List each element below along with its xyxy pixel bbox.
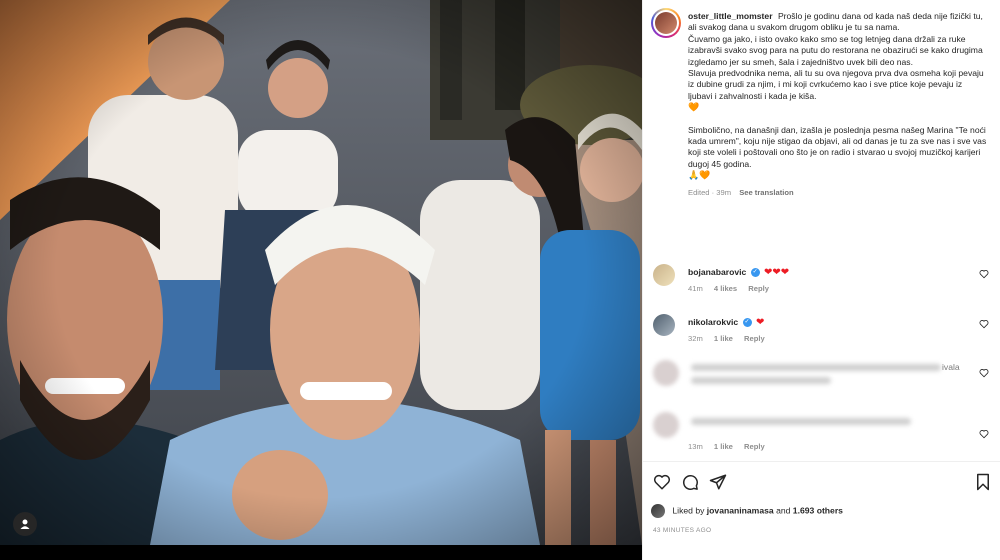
paper-plane-icon[interactable] bbox=[709, 473, 727, 491]
comment-body: bojanabarovic ✓ ❤❤❤ bbox=[688, 267, 789, 278]
comment-likes[interactable]: 4 likes bbox=[714, 284, 737, 293]
liked-by-user[interactable]: jovananinamasa bbox=[707, 505, 774, 515]
comment-meta: 41m 4 likes Reply bbox=[688, 284, 778, 293]
comment-time: 41m bbox=[688, 284, 703, 293]
caption-meta: Edited · 39m See translation bbox=[688, 187, 988, 198]
caption-heart-emoji: 🧡 bbox=[688, 102, 700, 113]
edited-label: Edited · 39m bbox=[688, 187, 732, 197]
liked-by-prefix: Liked by bbox=[672, 505, 705, 516]
caption-pray-heart-emoji: 🙏🧡 bbox=[688, 170, 711, 181]
post-actions-bar bbox=[651, 473, 991, 495]
panel-divider bbox=[643, 461, 1000, 462]
post-timestamp[interactable]: 43 MINUTES AGO bbox=[653, 527, 711, 534]
post-photo-image bbox=[0, 0, 642, 545]
commenter-username[interactable]: bojanabarovic bbox=[688, 267, 746, 277]
liked-by-others[interactable]: 1.693 others bbox=[793, 505, 843, 515]
comment-likes[interactable]: 1 like bbox=[714, 334, 733, 343]
blurred-text bbox=[691, 418, 911, 425]
see-translation-link[interactable]: See translation bbox=[739, 188, 793, 197]
comment-like-icon[interactable] bbox=[979, 269, 989, 279]
photo-bottom-bar bbox=[0, 545, 642, 560]
liked-by-line: Liked by jovananinamasa and 1.693 others bbox=[651, 504, 843, 518]
caption-paragraph-4: Simbolično, na današnji dan, izašla je p… bbox=[688, 124, 987, 169]
comment-text: ❤ bbox=[755, 317, 765, 329]
blurred-text bbox=[691, 364, 941, 371]
liked-by-avatar[interactable] bbox=[651, 504, 665, 518]
comment-time: 32m bbox=[688, 334, 703, 343]
comment-time: 13m bbox=[688, 442, 703, 451]
comment-like-icon[interactable] bbox=[979, 429, 989, 439]
bookmark-icon[interactable] bbox=[975, 473, 991, 491]
reply-button[interactable]: Reply bbox=[744, 442, 765, 451]
liked-by-and: and bbox=[776, 505, 791, 516]
reply-button[interactable]: Reply bbox=[748, 284, 769, 293]
post-side-panel: oster_little_momster Prošlo je godinu da… bbox=[642, 0, 1000, 560]
verified-badge-icon: ✓ bbox=[742, 318, 752, 328]
comment-fragment: ivala bbox=[942, 362, 960, 372]
blurred-comment-item: 13m 1 like Reply bbox=[651, 412, 991, 452]
post-photo[interactable] bbox=[0, 0, 642, 545]
caption-paragraph-3: Slavuja predvodnika nema, ali tu su ova … bbox=[688, 68, 984, 101]
reply-button[interactable]: Reply bbox=[744, 334, 765, 343]
comment-text: ❤❤❤ bbox=[764, 267, 790, 279]
caption-text: oster_little_momster Prošlo je godinu da… bbox=[688, 11, 988, 198]
author-username[interactable]: oster_little_momster bbox=[688, 11, 773, 21]
comment-item: bojanabarovic ✓ ❤❤❤ 41m 4 likes Reply bbox=[651, 264, 991, 304]
comment-meta: 13m 1 like Reply bbox=[688, 442, 774, 451]
commenter-avatar[interactable] bbox=[653, 264, 675, 286]
author-avatar[interactable] bbox=[651, 8, 681, 38]
commenter-avatar[interactable] bbox=[653, 314, 675, 336]
comment-body: nikolarokvic ✓ ❤ bbox=[688, 317, 764, 328]
heart-outline-icon[interactable] bbox=[653, 473, 671, 491]
comment-bubble-icon[interactable] bbox=[681, 473, 699, 491]
commenter-avatar bbox=[653, 360, 679, 386]
tag-button[interactable] bbox=[13, 512, 37, 536]
blurred-text bbox=[691, 377, 831, 384]
commenter-username[interactable]: nikolarokvic bbox=[688, 317, 738, 327]
user-tag-icon bbox=[20, 519, 30, 529]
blurred-comment-item: ivala bbox=[651, 358, 991, 398]
comment-meta: 32m 1 like Reply bbox=[688, 334, 774, 343]
caption-paragraph-2: Čuvamo ga jako, i isto ovako kako smo se… bbox=[688, 33, 983, 67]
verified-badge-icon: ✓ bbox=[750, 268, 760, 278]
comment-like-icon[interactable] bbox=[979, 368, 989, 378]
commenter-avatar bbox=[653, 412, 679, 438]
comment-likes[interactable]: 1 like bbox=[714, 442, 733, 451]
comment-item: nikolarokvic ✓ ❤ 32m 1 like Reply bbox=[651, 314, 991, 354]
comment-like-icon[interactable] bbox=[979, 319, 989, 329]
